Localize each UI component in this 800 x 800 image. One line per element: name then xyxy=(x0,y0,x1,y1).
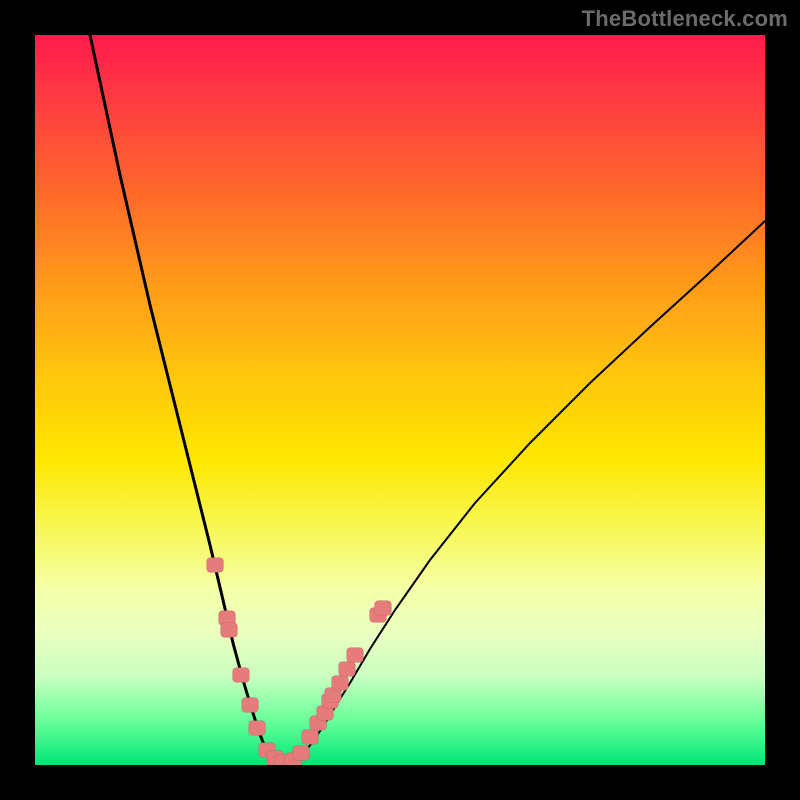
left-curve xyxy=(90,35,281,764)
data-marker xyxy=(249,721,266,736)
data-marker xyxy=(293,746,310,761)
data-marker xyxy=(302,730,319,745)
plot-area xyxy=(35,35,765,765)
data-marker xyxy=(347,648,364,663)
data-marker xyxy=(207,558,224,573)
right-curve xyxy=(290,221,765,764)
chart-frame: TheBottleneck.com xyxy=(0,0,800,800)
watermark-label: TheBottleneck.com xyxy=(582,6,788,32)
data-marker xyxy=(242,698,259,713)
data-marker xyxy=(332,676,349,691)
curve-layer xyxy=(35,35,765,765)
data-marker xyxy=(339,662,356,677)
data-marker xyxy=(375,601,392,616)
data-marker xyxy=(221,623,238,638)
data-marker xyxy=(233,668,250,683)
